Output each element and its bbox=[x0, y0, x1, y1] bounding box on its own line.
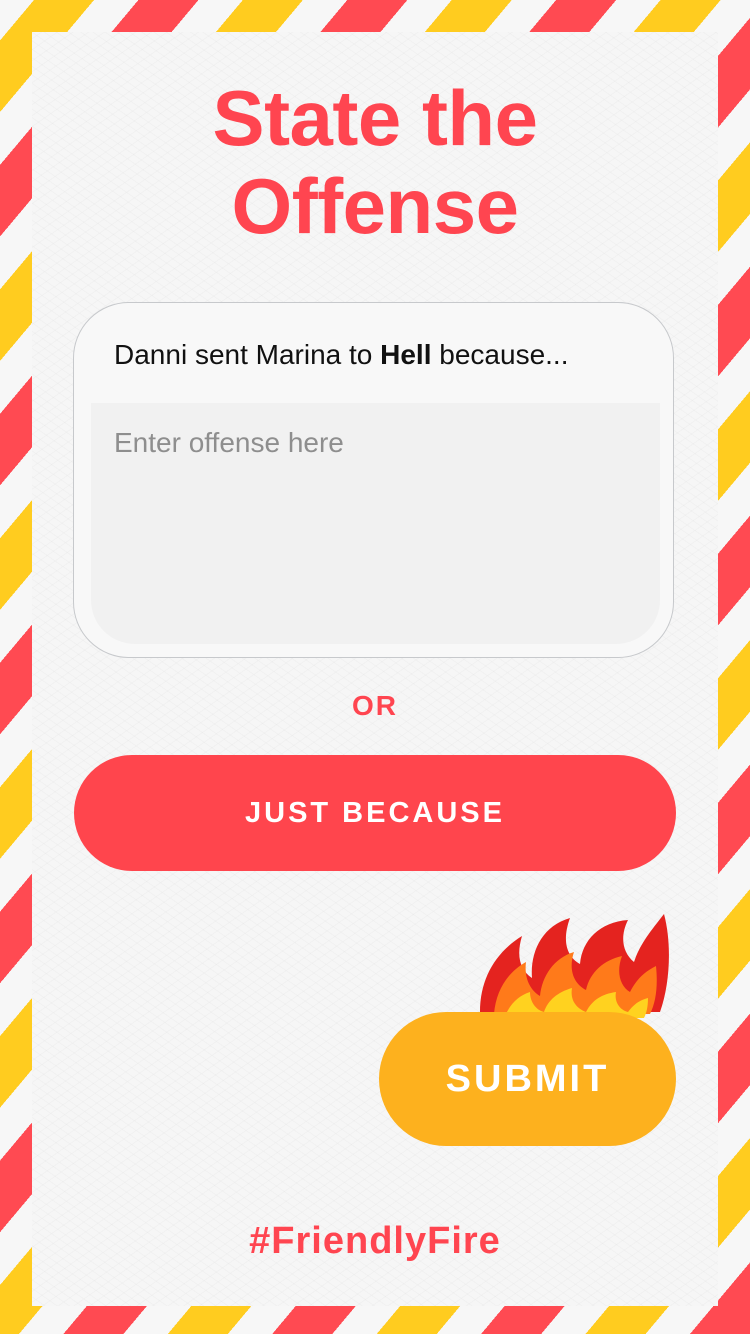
offense-prompt: Danni sent Marina to Hell because... bbox=[114, 339, 568, 371]
prompt-destination: Hell bbox=[380, 339, 432, 370]
title-line-1: State the bbox=[212, 74, 538, 162]
submit-button[interactable]: SUBMIT bbox=[379, 1012, 676, 1146]
hashtag-footer: #FriendlyFire bbox=[249, 1220, 501, 1262]
title-line-2: Offense bbox=[231, 162, 519, 250]
offense-input[interactable] bbox=[91, 403, 660, 644]
offense-card: Danni sent Marina to Hell because... bbox=[73, 302, 674, 658]
just-because-button[interactable]: JUST BECAUSE bbox=[74, 755, 676, 871]
prompt-text-end: because... bbox=[431, 339, 569, 370]
or-separator: OR bbox=[352, 690, 398, 721]
page-title: State the Offense bbox=[0, 74, 750, 250]
prompt-text-start: Danni sent Marina to bbox=[114, 339, 381, 370]
